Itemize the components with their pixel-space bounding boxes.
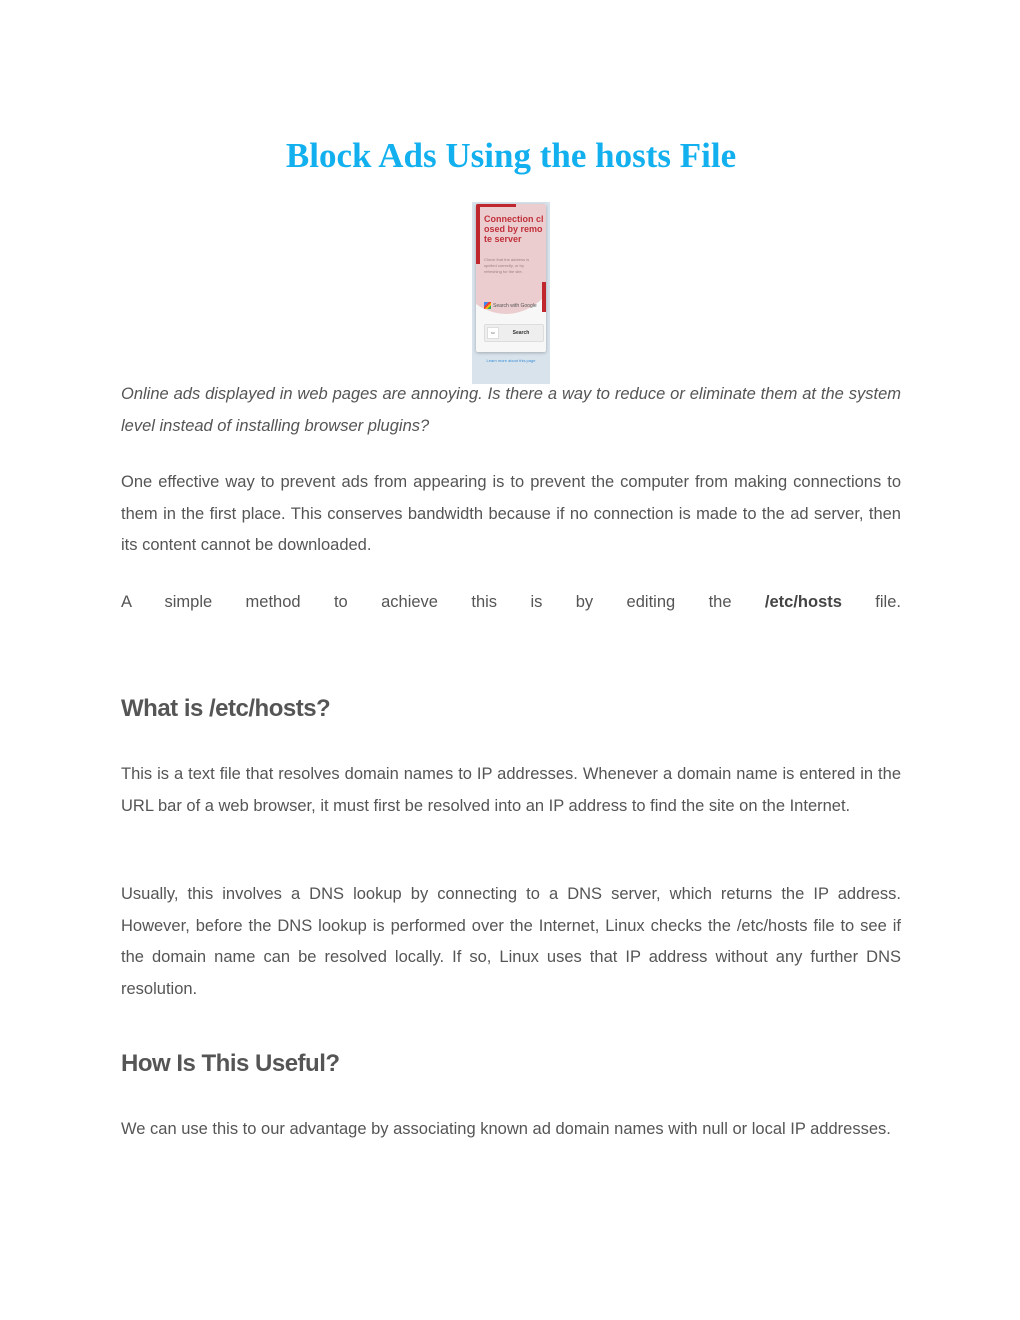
search-button: Search bbox=[512, 330, 530, 336]
google-label: Search with Google bbox=[493, 302, 537, 309]
learn-more-link: Learn more about this page bbox=[486, 358, 536, 363]
paragraph: A simple method to achieve this is by ed… bbox=[121, 587, 901, 619]
paragraph: One effective way to prevent ads from ap… bbox=[121, 473, 901, 554]
bold-path: /etc/hosts bbox=[764, 593, 842, 611]
error-page-card: Connection closed by remote server Check… bbox=[476, 204, 546, 352]
search-input: sc bbox=[487, 327, 499, 339]
google-icon bbox=[484, 302, 491, 309]
decorative-accent bbox=[476, 204, 480, 264]
paragraph: Usually, this involves a DNS lookup by c… bbox=[121, 885, 901, 998]
decorative-accent bbox=[476, 204, 516, 207]
text-span: A simple method to achieve this is by ed… bbox=[121, 593, 765, 611]
intro-paragraph: Online ads displayed in web pages are an… bbox=[121, 385, 901, 435]
error-heading: Connection closed by remote server bbox=[484, 214, 544, 244]
search-with-google: Search with Google bbox=[484, 302, 542, 310]
error-body: Check that the address is spelled correc… bbox=[484, 257, 530, 274]
document-title: Block Ads Using the hosts File bbox=[285, 136, 737, 175]
hero-image: Connection closed by remote server Check… bbox=[472, 202, 550, 384]
paragraph: This is a text file that resolves domain… bbox=[121, 765, 901, 815]
decorative-accent bbox=[542, 282, 546, 312]
section-heading: How Is This Useful? bbox=[121, 1050, 340, 1077]
search-row: sc Search bbox=[484, 324, 544, 342]
text-span: file. bbox=[841, 593, 901, 611]
paragraph: We can use this to our advantage by asso… bbox=[121, 1120, 891, 1138]
section-heading: What is /etc/hosts? bbox=[121, 695, 331, 722]
